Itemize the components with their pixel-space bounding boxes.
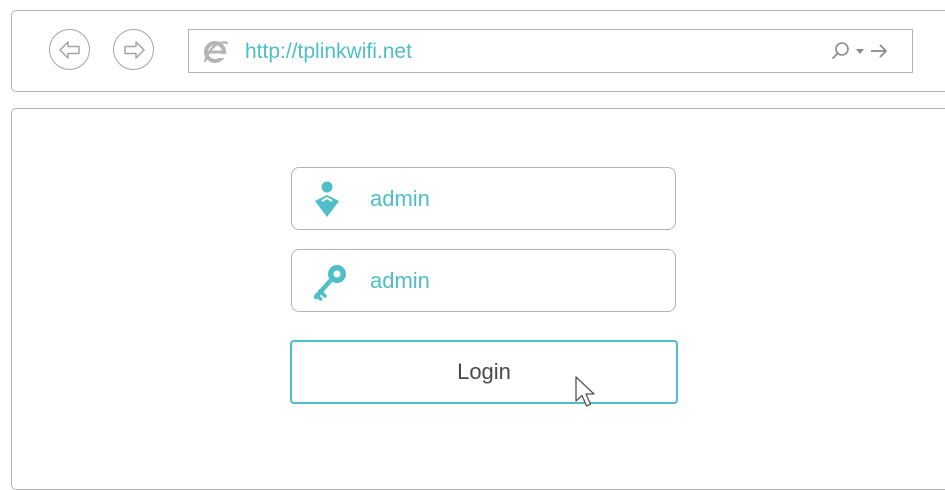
password-field[interactable]: admin [291, 249, 676, 312]
password-value: admin [370, 268, 430, 293]
forward-button[interactable] [113, 29, 154, 70]
mouse-cursor-icon [574, 376, 598, 415]
back-button[interactable] [49, 29, 90, 70]
forward-arrow-icon [123, 40, 145, 59]
go-arrow-icon[interactable] [868, 42, 890, 60]
key-icon [312, 263, 348, 308]
url-text[interactable]: http://tplinkwifi.net [245, 39, 412, 65]
dropdown-caret-icon[interactable] [855, 46, 865, 56]
search-controls [830, 40, 890, 62]
address-bar[interactable]: http://tplinkwifi.net [188, 29, 913, 73]
login-button[interactable]: Login [290, 340, 678, 404]
ie-logo-icon [203, 39, 229, 70]
user-icon [312, 181, 342, 224]
back-arrow-icon [58, 40, 80, 59]
username-field[interactable]: admin [291, 167, 676, 230]
username-value: admin [370, 186, 430, 211]
search-icon[interactable] [830, 40, 852, 62]
